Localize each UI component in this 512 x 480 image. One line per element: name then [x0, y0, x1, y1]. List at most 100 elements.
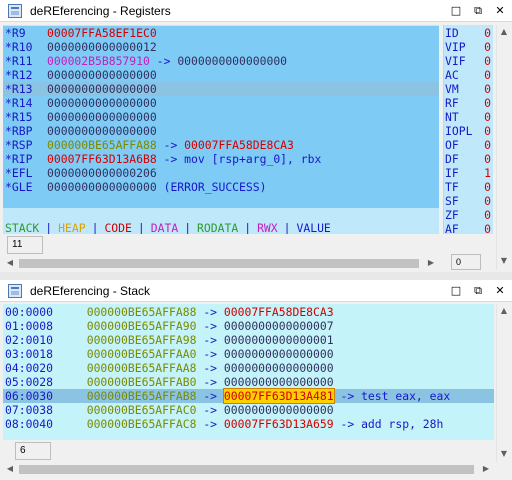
register-row[interactable]: *R11 000002B5B857910 -> 0000000000000000	[3, 54, 439, 68]
stack-address: 000000BE65AFFA90	[86, 319, 197, 333]
stack-value: 0000000000000007	[223, 319, 334, 333]
stack-row[interactable]: 05:0028 000000BE65AFFAB0 -> 000000000000…	[3, 375, 494, 389]
legend-separator: |	[244, 221, 252, 235]
scroll-right-icon[interactable]: ▶	[425, 257, 437, 269]
restore-button[interactable]: ⧉	[470, 3, 486, 19]
pointer-arrow: ->	[203, 305, 218, 319]
flag-row[interactable]: IF 1	[445, 166, 493, 180]
scroll-up-icon[interactable]: ▲	[498, 26, 510, 38]
register-target: 00007FFA58DE8CA3	[184, 138, 294, 152]
pointer-arrow: ->	[340, 417, 355, 431]
flag-row[interactable]: ID 0	[445, 26, 493, 40]
flag-name: TF	[445, 180, 459, 194]
stack-value: 00007FFA58DE8CA3	[223, 305, 334, 319]
stack-row[interactable]: 01:0008 000000BE65AFFA90 -> 000000000000…	[3, 319, 494, 333]
register-row[interactable]: *R9 00007FFA58EF1EC0	[3, 26, 439, 40]
flag-name: AC	[445, 68, 459, 82]
flag-row[interactable]: DF 0	[445, 152, 493, 166]
flag-row[interactable]: SF 0	[445, 194, 493, 208]
flag-row[interactable]: ZF 0	[445, 208, 493, 222]
flag-row[interactable]: OF 0	[445, 138, 493, 152]
stack-titlebar[interactable]: deREferencing - Stack □ ⧉ ✕	[0, 280, 512, 302]
flag-row[interactable]: AC 0	[445, 68, 493, 82]
stack-value: 0000000000000000	[223, 347, 334, 361]
register-row[interactable]: *R12 0000000000000000	[3, 68, 439, 82]
register-row[interactable]: *R10 0000000000000012	[3, 40, 439, 54]
register-row[interactable]: *R15 0000000000000000	[3, 110, 439, 124]
register-name: *R15	[5, 110, 33, 124]
legend-item: STACK	[5, 221, 40, 235]
stack-row[interactable]: 02:0010 000000BE65AFFA98 -> 000000000000…	[3, 333, 494, 347]
register-name: *R10	[5, 40, 33, 54]
pointer-arrow: ->	[203, 333, 218, 347]
stack-row[interactable]: 03:0018 000000BE65AFFAA0 -> 000000000000…	[3, 347, 494, 361]
pointer-arrow: ->	[156, 54, 171, 68]
register-row[interactable]: *GLE 0000000000000000 (ERROR_SUCCESS)	[3, 180, 439, 194]
scroll-down-icon[interactable]: ▼	[498, 255, 510, 267]
register-row[interactable]: *R14 0000000000000000	[3, 96, 439, 110]
stack-row[interactable]: 07:0038 000000BE65AFFAC0 -> 000000000000…	[3, 403, 494, 417]
flag-row[interactable]: RF 0	[445, 96, 493, 110]
flag-row[interactable]: VM 0	[445, 82, 493, 96]
close-button[interactable]: ✕	[492, 283, 508, 299]
register-name: *RIP	[5, 152, 33, 166]
scroll-left-icon[interactable]: ◀	[4, 257, 16, 269]
stack-row[interactable]: 04:0020 000000BE65AFFAA8 -> 000000000000…	[3, 361, 494, 375]
flag-value: 0	[484, 96, 491, 110]
pointer-arrow: ->	[340, 389, 355, 403]
flag-value: 0	[484, 124, 491, 138]
maximize-button[interactable]: □	[448, 283, 464, 299]
pointer-arrow: ->	[203, 319, 218, 333]
register-row[interactable]: *RSP 000000BE65AFFA88 -> 00007FFA58DE8CA3	[3, 138, 439, 152]
flag-value: 0	[484, 54, 491, 68]
registers-hscroll-thumb[interactable]	[19, 259, 419, 268]
flag-row[interactable]: IOPL 0	[445, 124, 493, 138]
pointer-arrow: ->	[203, 347, 218, 361]
maximize-button[interactable]: □	[448, 3, 464, 19]
scroll-left-icon[interactable]: ◀	[4, 463, 16, 475]
stack-hscroll-thumb[interactable]	[19, 465, 474, 474]
flag-name: OF	[445, 138, 459, 152]
register-value: 00007FF63D13A6B8	[47, 152, 157, 166]
flag-row[interactable]: NT 0	[445, 110, 493, 124]
stack-address: 000000BE65AFFAA8	[86, 361, 197, 375]
stack-row[interactable]: 06:0030 000000BE65AFFAB8 -> 00007FF63D13…	[3, 388, 494, 404]
flags-column-indicator: 0	[451, 254, 481, 270]
register-name: *R13	[5, 82, 33, 96]
register-target: (ERROR_SUCCESS)	[163, 180, 267, 194]
flag-value: 0	[484, 152, 491, 166]
registers-titlebar[interactable]: deREferencing - Registers □ ⧉ ✕	[0, 0, 512, 22]
flag-row[interactable]: TF 0	[445, 180, 493, 194]
flag-value: 0	[484, 194, 491, 208]
register-target: mov [rsp+arg_0], rbx	[184, 152, 322, 166]
register-row[interactable]: *RBP 0000000000000000	[3, 124, 439, 138]
close-button[interactable]: ✕	[492, 3, 508, 19]
register-name: *EFL	[5, 166, 33, 180]
flag-value: 0	[484, 82, 491, 96]
flag-name: SF	[445, 194, 459, 208]
register-row[interactable]: *EFL 0000000000000206	[3, 166, 439, 180]
scroll-right-icon[interactable]: ▶	[480, 463, 492, 475]
stack-hscrollbar[interactable]: ◀ ▶	[3, 462, 494, 476]
register-row[interactable]: *RIP 00007FF63D13A6B8 -> mov [rsp+arg_0],…	[3, 152, 439, 166]
restore-button[interactable]: ⧉	[470, 283, 486, 299]
registers-pane[interactable]: *R9 00007FFA58EF1EC0 *R10 0000000000000012 *…	[3, 25, 439, 254]
stack-vscrollbar[interactable]: ▲ ▼	[496, 304, 510, 462]
stack-address: 000000BE65AFFAA0	[86, 347, 197, 361]
legend-separator: |	[45, 221, 53, 235]
stack-row[interactable]: 00:0000 000000BE65AFFA88 -> 00007FFA58DE…	[3, 305, 494, 319]
scroll-down-icon[interactable]: ▼	[498, 448, 510, 460]
scroll-up-icon[interactable]: ▲	[498, 305, 510, 317]
flag-name: ID	[445, 26, 459, 40]
stack-row[interactable]: 08:0040 000000BE65AFFAC8 -> 00007FF63D13…	[3, 417, 494, 431]
register-row[interactable]: *R13 0000000000000000	[3, 82, 439, 96]
registers-hscrollbar[interactable]: ◀ ▶	[3, 256, 439, 270]
flags-pane[interactable]: ID 0 VIP 0 VIF 0 AC 0 VM 0 RF 0 NT 0 IOPL 0 OF 0 DF 0 IF 1 TF 0…	[443, 25, 493, 254]
legend-item: CODE	[104, 221, 132, 235]
flags-list: ID 0 VIP 0 VIF 0 AC 0 VM 0 RF 0 NT 0 IOPL 0 OF 0 DF 0 IF 1 TF 0…	[445, 26, 493, 236]
flag-row[interactable]: VIF 0	[445, 54, 493, 68]
flag-row[interactable]: VIP 0	[445, 40, 493, 54]
stack-pane[interactable]: 00:0000 000000BE65AFFA88 -> 00007FFA58DE…	[3, 304, 494, 440]
registers-vscrollbar[interactable]: ▲ ▼	[496, 25, 510, 270]
stack-address: 000000BE65AFFAC0	[86, 403, 197, 417]
